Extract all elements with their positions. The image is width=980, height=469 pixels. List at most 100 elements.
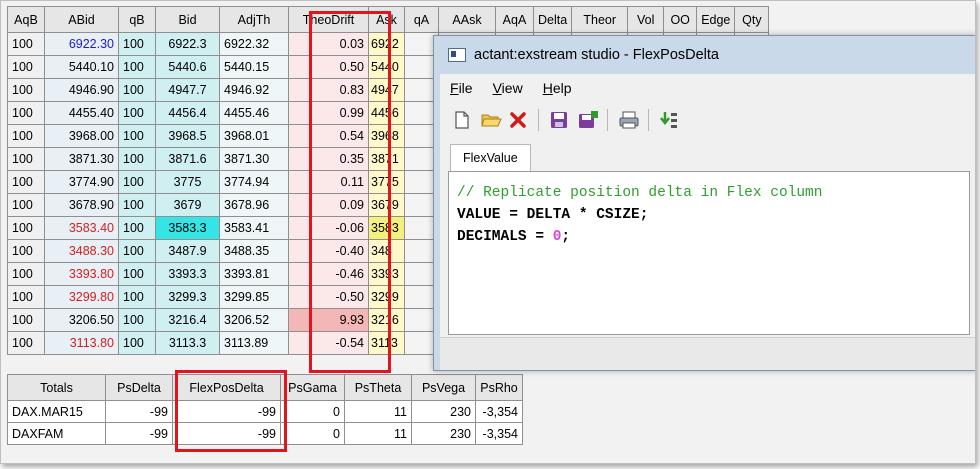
cell-qb[interactable]: 100 [118,193,156,217]
cell-adjth[interactable]: 3871.30 [219,147,289,171]
menu-view[interactable]: View [493,80,523,96]
cell-abid[interactable]: 3113.80 [44,331,119,355]
totals-cell-psvega[interactable]: 230 [411,422,476,445]
cell-qb[interactable]: 100 [118,262,156,286]
cell-qb[interactable]: 100 [118,124,156,148]
col-header-aqa[interactable]: AqA [495,6,534,33]
cell-bid[interactable]: 4456.4 [155,101,220,125]
cell-bid[interactable]: 3968.5 [155,124,220,148]
totals-header-psdelta[interactable]: PsDelta [105,374,173,401]
cell-bid[interactable]: 6922.3 [155,32,220,56]
cell-bid[interactable]: 3583.3 [155,216,220,240]
cell-adjth[interactable]: 3393.81 [219,262,289,286]
cell-adjth[interactable]: 3299.85 [219,285,289,309]
cell-bid[interactable]: 3393.3 [155,262,220,286]
col-header-aask[interactable]: AAsk [438,6,496,33]
cell-qb[interactable]: 100 [118,308,156,332]
cell-abid[interactable]: 3774.90 [44,170,119,194]
cell-adjth[interactable]: 3488.35 [219,239,289,263]
cell-bid[interactable]: 3679 [155,193,220,217]
cell-qb[interactable]: 100 [118,32,156,56]
totals-header-psrho[interactable]: PsRho [475,374,523,401]
cell-qb[interactable]: 100 [118,101,156,125]
cell-aqb[interactable]: 100 [7,124,45,148]
cell-bid[interactable]: 3487.9 [155,239,220,263]
cell-qb[interactable]: 100 [118,216,156,240]
cell-abid[interactable]: 3583.40 [44,216,119,240]
delete-icon[interactable] [508,110,528,130]
totals-cell-psgama[interactable]: 0 [280,422,345,445]
new-file-icon[interactable] [452,110,472,130]
totals-cell-name[interactable]: DAXFAM [7,422,106,445]
cell-adjth[interactable]: 3113.89 [219,331,289,355]
col-header-edge[interactable]: Edge [696,6,736,33]
cell-qb[interactable]: 100 [118,147,156,171]
col-header-delta[interactable]: Delta [532,6,573,33]
col-header-qty[interactable]: Qty [734,6,770,33]
totals-header-pstheta[interactable]: PsTheta [344,374,412,401]
tab-flexvalue[interactable]: FlexValue [450,144,531,171]
save-all-icon[interactable] [577,110,598,130]
totals-cell-psgama[interactable]: 0 [280,400,345,423]
totals-cell-psrho[interactable]: -3,354 [475,400,523,423]
totals-cell-pstheta[interactable]: 11 [344,422,412,445]
cell-adjth[interactable]: 3774.94 [219,170,289,194]
open-folder-icon[interactable] [480,110,502,130]
col-header-oo[interactable]: OO [663,6,698,33]
cell-abid[interactable]: 3968.00 [44,124,119,148]
cell-adjth[interactable]: 3583.41 [219,216,289,240]
col-header-qa[interactable]: qA [404,6,439,33]
cell-aqb[interactable]: 100 [7,285,45,309]
totals-cell-psdelta[interactable]: -99 [105,422,173,445]
cell-qb[interactable]: 100 [118,78,156,102]
col-header-adjth[interactable]: AdjTh [219,6,289,33]
exstream-studio-window[interactable]: actant:exstream studio - FlexPosDelta Fi… [433,35,975,371]
totals-cell-psdelta[interactable]: -99 [105,400,173,423]
cell-bid[interactable]: 3871.6 [155,147,220,171]
cell-abid[interactable]: 3393.80 [44,262,119,286]
cell-abid[interactable]: 3871.30 [44,147,119,171]
cell-adjth[interactable]: 3968.01 [219,124,289,148]
cell-bid[interactable]: 3775 [155,170,220,194]
cell-aqb[interactable]: 100 [7,193,45,217]
cell-abid[interactable]: 3488.30 [44,239,119,263]
cell-aqb[interactable]: 100 [7,262,45,286]
col-header-aqb[interactable]: AqB [7,6,45,33]
cell-adjth[interactable]: 4455.46 [219,101,289,125]
cell-abid[interactable]: 5440.10 [44,55,119,79]
cell-abid[interactable]: 3299.80 [44,285,119,309]
cell-bid[interactable]: 3299.3 [155,285,220,309]
cell-qb[interactable]: 100 [118,285,156,309]
cell-adjth[interactable]: 3678.96 [219,193,289,217]
totals-cell-pstheta[interactable]: 11 [344,400,412,423]
save-icon[interactable] [549,110,569,130]
cell-aqb[interactable]: 100 [7,32,45,56]
cell-abid[interactable]: 4455.40 [44,101,119,125]
totals-cell-name[interactable]: DAX.MAR15 [7,400,106,423]
totals-cell-psrho[interactable]: -3,354 [475,422,523,445]
cell-aqb[interactable]: 100 [7,147,45,171]
cell-abid[interactable]: 6922.30 [44,32,119,56]
cell-aqb[interactable]: 100 [7,216,45,240]
cell-adjth[interactable]: 4946.92 [219,78,289,102]
cell-qb[interactable]: 100 [118,55,156,79]
totals-cell-psvega[interactable]: 230 [411,400,476,423]
cell-adjth[interactable]: 6922.32 [219,32,289,56]
totals-header-totals[interactable]: Totals [7,374,106,401]
cell-aqb[interactable]: 100 [7,308,45,332]
cell-qb[interactable]: 100 [118,239,156,263]
menu-help[interactable]: Help [543,80,572,96]
cell-aqb[interactable]: 100 [7,331,45,355]
cell-adjth[interactable]: 5440.15 [219,55,289,79]
cell-qb[interactable]: 100 [118,170,156,194]
print-icon[interactable] [618,110,639,130]
menu-file[interactable]: File [450,80,473,96]
cell-abid[interactable]: 4946.90 [44,78,119,102]
cell-adjth[interactable]: 3206.52 [219,308,289,332]
cell-bid[interactable]: 3113.3 [155,331,220,355]
col-header-vol[interactable]: Vol [627,6,665,33]
cell-abid[interactable]: 3678.90 [44,193,119,217]
cell-bid[interactable]: 3216.4 [155,308,220,332]
col-header-abid[interactable]: ABid [44,6,119,33]
cell-aqb[interactable]: 100 [7,239,45,263]
